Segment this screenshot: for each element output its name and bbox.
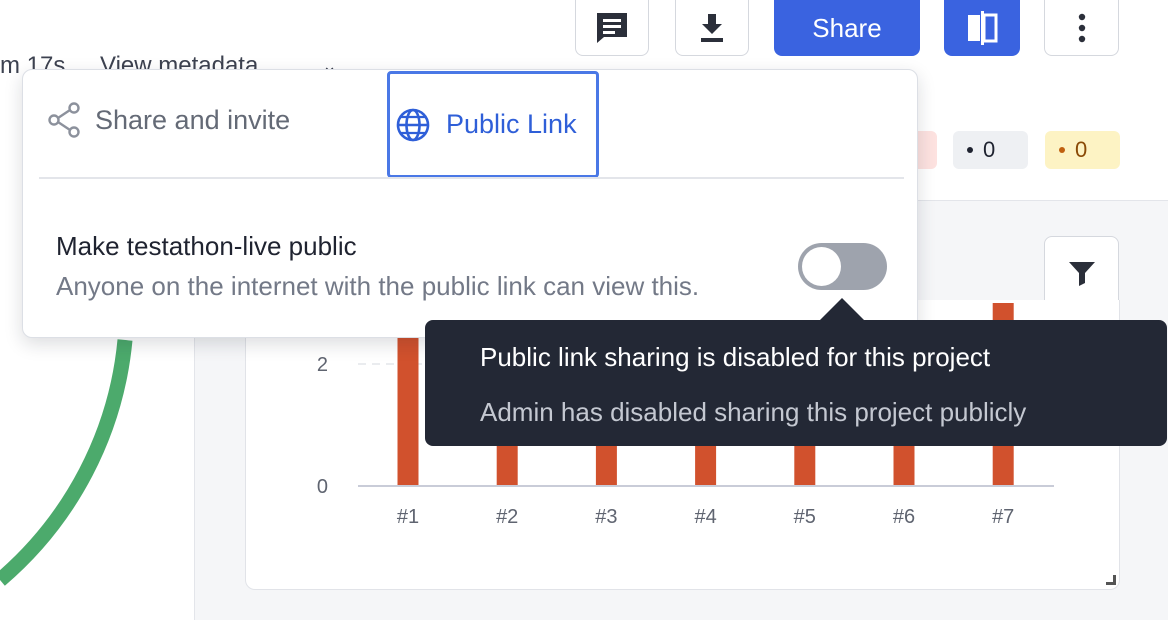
y-tick-label: 2 [317,354,328,376]
status-badge-flaky[interactable]: 0 [1045,131,1120,169]
x-tick-label: #3 [595,506,617,528]
share-button[interactable]: Share [774,0,920,56]
status-count: 0 [983,137,996,162]
download-icon [701,13,723,42]
tab-label: Share and invite [95,104,291,135]
filter-button[interactable] [1044,236,1119,310]
public-toggle-description: Anyone on the internet with the public l… [56,271,700,301]
x-tick-label: #6 [893,506,915,528]
status-dot [967,147,973,153]
comment-icon [597,12,627,43]
share-icon [48,102,80,138]
share-popover: Share and invite Public Link Make testat… [22,69,918,338]
filter-icon [1068,262,1095,286]
public-toggle-title: Make testathon-live public [56,231,357,261]
tooltip-arrow [820,298,864,320]
tab-label: Public Link [446,109,577,139]
resize-handle[interactable] [1106,575,1116,585]
tab-share-and-invite[interactable]: Share and invite [47,102,290,138]
compare-button[interactable] [944,0,1020,56]
donut-arc [0,339,133,586]
status-count: 0 [1075,137,1088,162]
globe-icon [396,108,430,141]
tooltip-body: Admin has disabled sharing this project … [480,397,1027,427]
tab-public-link[interactable]: Public Link [387,71,599,178]
x-tick-label: #1 [397,506,419,528]
disabled-tooltip: Public link sharing is disabled for this… [425,298,1167,446]
tooltip-title: Public link sharing is disabled for this… [480,342,991,372]
more-vertical-icon [1078,13,1085,42]
x-tick-label: #5 [794,506,816,528]
x-tick-label: #7 [992,506,1014,528]
split-compare-icon [968,11,998,45]
status-badge-skipped[interactable]: 0 [953,131,1028,169]
y-tick-label: 0 [317,476,328,498]
download-button[interactable] [675,0,749,56]
tab-divider [39,177,904,179]
x-tick-label: #2 [496,506,518,528]
toggle-knob [802,247,841,286]
make-public-toggle[interactable] [798,243,887,290]
comments-button[interactable] [575,0,649,56]
more-options-button[interactable] [1044,0,1119,56]
status-dot [1059,147,1065,153]
x-tick-label: #4 [694,506,716,528]
